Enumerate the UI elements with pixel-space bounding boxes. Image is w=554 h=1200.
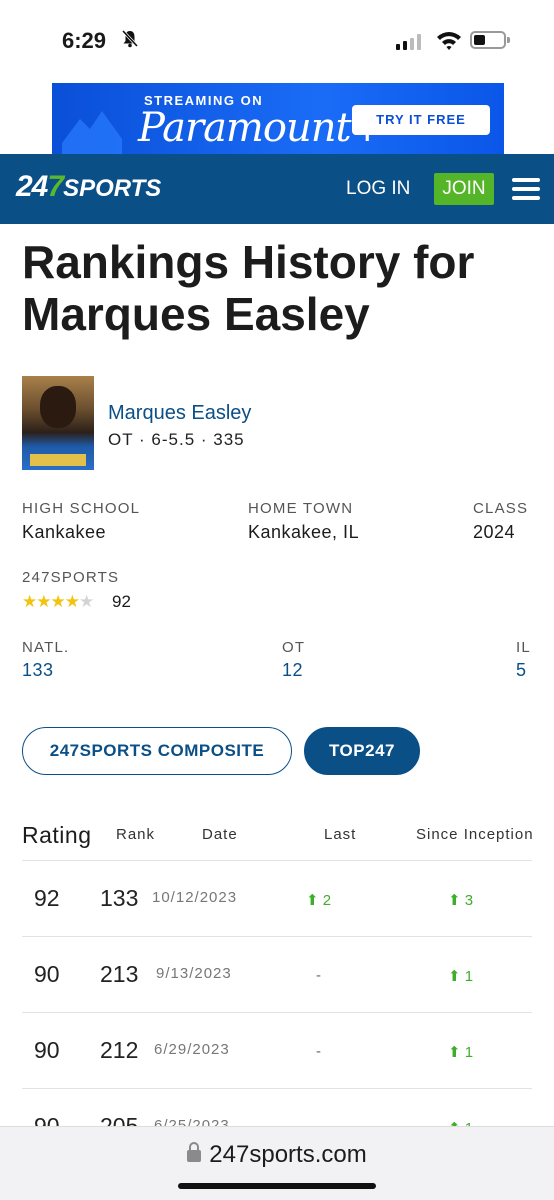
row-rating: 90: [34, 961, 60, 987]
col-header-rating: Rating: [22, 822, 92, 848]
col-header-rank: Rank: [116, 826, 156, 843]
status-bar: 6:29: [0, 0, 554, 80]
player-rating: 92: [112, 592, 131, 611]
class-value: 2024: [473, 522, 516, 542]
table-row: 92 133 10/12/2023 ⬆ 2 ⬆ 3: [22, 860, 532, 936]
star-icon: ★: [36, 592, 51, 611]
247sports-logo[interactable]: 247SPORTS: [16, 170, 161, 204]
tab-247sports-composite[interactable]: 247SPORTS COMPOSITE: [22, 727, 292, 775]
wifi-icon: [436, 30, 462, 52]
star-rating: ★★★★★: [22, 592, 94, 612]
rating-source-label: 247SPORTS: [22, 569, 120, 586]
natl-rank-link[interactable]: 133: [22, 660, 54, 681]
row-last-change: -: [316, 967, 321, 984]
battery-icon: [470, 31, 510, 49]
row-since-inception: ⬆ 1: [448, 968, 474, 985]
paramount-ad-banner[interactable]: STREAMING ON Paramount+ TRY IT FREE: [52, 83, 504, 155]
state-label: IL: [516, 639, 531, 656]
cellular-signal-icon: [396, 34, 424, 50]
paramount-mountain-logo: [62, 111, 122, 155]
row-rank: 212: [100, 1037, 139, 1063]
position-rank-link[interactable]: 12: [282, 660, 303, 681]
row-last-change: ⬆ 2: [306, 892, 332, 909]
col-header-date: Date: [202, 826, 238, 843]
star-empty-icon: ★: [79, 592, 94, 611]
row-since-inception: ⬆ 3: [448, 892, 474, 909]
home-town-value: Kankakee, IL: [248, 522, 360, 542]
row-last-change: -: [316, 1043, 321, 1060]
natl-label: NATL.: [22, 639, 70, 656]
state-rank-link[interactable]: 5: [516, 660, 527, 681]
player-name-link[interactable]: Marques Easley: [108, 402, 251, 425]
star-icon: ★: [22, 592, 37, 611]
col-header-since-inception: Since Inception: [416, 826, 534, 843]
bell-slash-icon: [121, 29, 139, 53]
table-row: 90 213 9/13/2023 - ⬆ 1: [22, 936, 532, 1012]
col-header-last: Last: [324, 826, 357, 843]
tab-top247[interactable]: TOP247: [304, 727, 420, 775]
class-label: CLASS: [473, 500, 529, 517]
logo-seven: 7: [47, 170, 64, 203]
home-indicator[interactable]: [178, 1183, 376, 1189]
row-date: 6/29/2023: [154, 1041, 230, 1058]
star-icon: ★: [64, 592, 80, 611]
row-date: 9/13/2023: [156, 965, 232, 982]
status-time: 6:29: [62, 28, 107, 53]
high-school-value: Kankakee: [22, 522, 107, 542]
ad-brand: Paramount+: [138, 105, 384, 151]
high-school-label: HIGH SCHOOL: [22, 500, 141, 517]
home-town-label: HOME TOWN: [248, 500, 354, 517]
logo-suffix: SPORTS: [63, 175, 162, 202]
hamburger-menu-icon[interactable]: [512, 178, 540, 200]
position-label: OT: [282, 639, 306, 656]
row-rank: 213: [100, 961, 139, 987]
url-text: 247sports.com: [209, 1141, 367, 1168]
row-rating: 90: [34, 1037, 60, 1063]
row-since-inception: ⬆ 1: [448, 1044, 474, 1061]
player-photo: [22, 376, 94, 470]
try-it-free-button[interactable]: TRY IT FREE: [352, 105, 490, 135]
row-rank: 133: [100, 885, 139, 911]
page-title: Rankings History for Marques Easley: [22, 236, 475, 340]
logo-prefix: 24: [16, 170, 48, 203]
log-in-link[interactable]: LOG IN: [346, 178, 410, 200]
table-row: 90 212 6/29/2023 - ⬆ 1: [22, 1012, 532, 1088]
row-date: 10/12/2023: [152, 889, 238, 906]
star-icon: ★: [50, 592, 66, 611]
join-button[interactable]: JOIN: [434, 173, 494, 205]
row-rating: 92: [34, 885, 60, 911]
site-header: 247SPORTS LOG IN JOIN: [0, 154, 554, 224]
lock-icon: [187, 1142, 202, 1162]
player-info: OT · 6-5.5 · 335: [108, 430, 245, 449]
